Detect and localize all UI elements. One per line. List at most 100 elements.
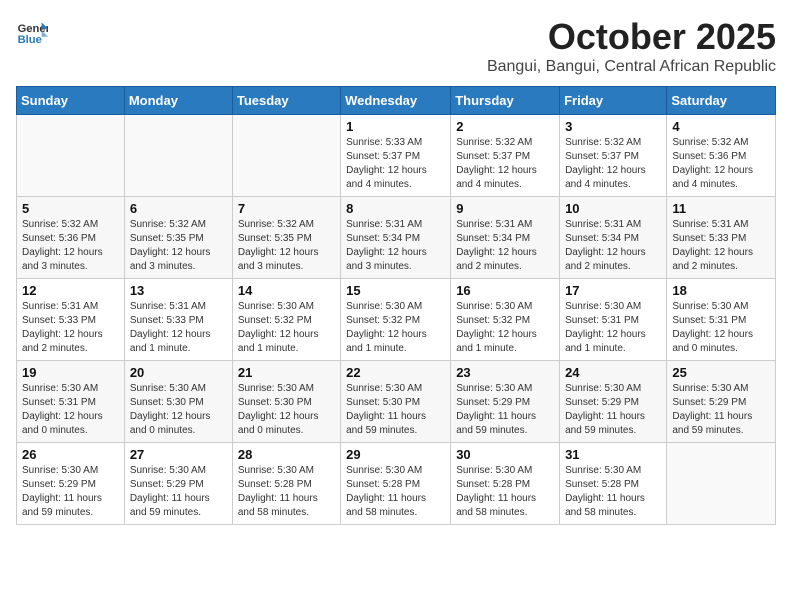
col-friday: Friday: [560, 87, 667, 115]
calendar-cell: [124, 115, 232, 197]
day-number: 4: [672, 119, 770, 134]
day-info: Sunrise: 5:31 AM Sunset: 5:34 PM Dayligh…: [346, 218, 445, 274]
calendar-cell: 1 Sunrise: 5:33 AM Sunset: 5:37 PM Daylig…: [341, 115, 451, 197]
day-number: 25: [672, 365, 770, 380]
svg-text:Blue: Blue: [18, 34, 42, 46]
day-info: Sunrise: 5:32 AM Sunset: 5:36 PM Dayligh…: [22, 218, 119, 274]
day-info: Sunrise: 5:30 AM Sunset: 5:30 PM Dayligh…: [346, 382, 445, 438]
day-number: 11: [672, 201, 770, 216]
day-number: 21: [238, 365, 335, 380]
calendar-cell: 18Sunrise: 5:30 AM Sunset: 5:31 PM Dayli…: [667, 279, 776, 361]
day-number: 26: [22, 447, 119, 462]
calendar-cell: 9 Sunrise: 5:31 AM Sunset: 5:34 PM Daylig…: [451, 197, 560, 279]
day-info: Sunrise: 5:31 AM Sunset: 5:33 PM Dayligh…: [130, 300, 227, 356]
day-number: 13: [130, 283, 227, 298]
day-info: Sunrise: 5:33 AM Sunset: 5:37 PM Dayligh…: [346, 136, 445, 192]
calendar-week-1: 1 Sunrise: 5:33 AM Sunset: 5:37 PM Daylig…: [17, 115, 776, 197]
calendar-week-4: 19 Sunrise: 5:30 AM Sunset: 5:31 PM Dayli…: [17, 361, 776, 443]
day-info: Sunrise: 5:32 AM Sunset: 5:35 PM Dayligh…: [238, 218, 335, 274]
col-monday: Monday: [124, 87, 232, 115]
logo: General Blue: [16, 16, 48, 48]
day-info: Sunrise: 5:30 AM Sunset: 5:28 PM Dayligh…: [456, 464, 554, 520]
calendar-cell: 26 Sunrise: 5:30 AM Sunset: 5:29 PM Dayli…: [17, 443, 125, 525]
calendar-cell: 19 Sunrise: 5:30 AM Sunset: 5:31 PM Dayli…: [17, 361, 125, 443]
day-info: Sunrise: 5:30 AM Sunset: 5:29 PM Dayligh…: [672, 382, 770, 438]
day-info: Sunrise: 5:30 AM Sunset: 5:32 PM Dayligh…: [456, 300, 554, 356]
day-info: Sunrise: 5:30 AM Sunset: 5:28 PM Dayligh…: [238, 464, 335, 520]
calendar-cell: 21 Sunrise: 5:30 AM Sunset: 5:30 PM Dayli…: [232, 361, 340, 443]
day-info: Sunrise: 5:30 AM Sunset: 5:32 PM Dayligh…: [238, 300, 335, 356]
calendar-cell: 3 Sunrise: 5:32 AM Sunset: 5:37 PM Daylig…: [560, 115, 667, 197]
day-number: 2: [456, 119, 554, 134]
day-number: 31: [565, 447, 661, 462]
calendar-cell: 11Sunrise: 5:31 AM Sunset: 5:33 PM Dayli…: [667, 197, 776, 279]
calendar-cell: 28Sunrise: 5:30 AM Sunset: 5:28 PM Dayli…: [232, 443, 340, 525]
day-number: 15: [346, 283, 445, 298]
day-info: Sunrise: 5:32 AM Sunset: 5:36 PM Dayligh…: [672, 136, 770, 192]
col-saturday: Saturday: [667, 87, 776, 115]
day-info: Sunrise: 5:30 AM Sunset: 5:28 PM Dayligh…: [346, 464, 445, 520]
day-info: Sunrise: 5:30 AM Sunset: 5:29 PM Dayligh…: [22, 464, 119, 520]
col-tuesday: Tuesday: [232, 87, 340, 115]
calendar-cell: 25 Sunrise: 5:30 AM Sunset: 5:29 PM Dayli…: [667, 361, 776, 443]
day-number: 19: [22, 365, 119, 380]
day-number: 20: [130, 365, 227, 380]
day-number: 12: [22, 283, 119, 298]
calendar-cell: 29Sunrise: 5:30 AM Sunset: 5:28 PM Dayli…: [341, 443, 451, 525]
col-thursday: Thursday: [451, 87, 560, 115]
day-info: Sunrise: 5:30 AM Sunset: 5:32 PM Dayligh…: [346, 300, 445, 356]
calendar-cell: [17, 115, 125, 197]
day-info: Sunrise: 5:31 AM Sunset: 5:34 PM Dayligh…: [456, 218, 554, 274]
day-number: 14: [238, 283, 335, 298]
day-info: Sunrise: 5:30 AM Sunset: 5:31 PM Dayligh…: [22, 382, 119, 438]
day-number: 17: [565, 283, 661, 298]
calendar-cell: 15 Sunrise: 5:30 AM Sunset: 5:32 PM Dayli…: [341, 279, 451, 361]
calendar-cell: 16 Sunrise: 5:30 AM Sunset: 5:32 PM Dayli…: [451, 279, 560, 361]
day-number: 3: [565, 119, 661, 134]
calendar-cell: 22 Sunrise: 5:30 AM Sunset: 5:30 PM Dayli…: [341, 361, 451, 443]
day-number: 6: [130, 201, 227, 216]
day-info: Sunrise: 5:30 AM Sunset: 5:31 PM Dayligh…: [565, 300, 661, 356]
calendar-cell: 24Sunrise: 5:30 AM Sunset: 5:29 PM Dayli…: [560, 361, 667, 443]
calendar-cell: 12Sunrise: 5:31 AM Sunset: 5:33 PM Dayli…: [17, 279, 125, 361]
day-number: 1: [346, 119, 445, 134]
logo-icon: General Blue: [16, 16, 48, 48]
calendar-cell: 6 Sunrise: 5:32 AM Sunset: 5:35 PM Daylig…: [124, 197, 232, 279]
day-info: Sunrise: 5:30 AM Sunset: 5:29 PM Dayligh…: [130, 464, 227, 520]
calendar-week-2: 5 Sunrise: 5:32 AM Sunset: 5:36 PM Daylig…: [17, 197, 776, 279]
day-info: Sunrise: 5:32 AM Sunset: 5:37 PM Dayligh…: [456, 136, 554, 192]
calendar-cell: 2 Sunrise: 5:32 AM Sunset: 5:37 PM Daylig…: [451, 115, 560, 197]
calendar-cell: [232, 115, 340, 197]
day-info: Sunrise: 5:30 AM Sunset: 5:30 PM Dayligh…: [238, 382, 335, 438]
calendar-cell: 27 Sunrise: 5:30 AM Sunset: 5:29 PM Dayli…: [124, 443, 232, 525]
calendar-cell: 4 Sunrise: 5:32 AM Sunset: 5:36 PM Daylig…: [667, 115, 776, 197]
day-number: 16: [456, 283, 554, 298]
day-info: Sunrise: 5:32 AM Sunset: 5:35 PM Dayligh…: [130, 218, 227, 274]
day-info: Sunrise: 5:32 AM Sunset: 5:37 PM Dayligh…: [565, 136, 661, 192]
day-number: 27: [130, 447, 227, 462]
calendar-cell: 31 Sunrise: 5:30 AM Sunset: 5:28 PM Dayli…: [560, 443, 667, 525]
day-number: 9: [456, 201, 554, 216]
calendar-table: Sunday Monday Tuesday Wednesday Thursday…: [16, 86, 776, 525]
col-wednesday: Wednesday: [341, 87, 451, 115]
calendar-cell: 7 Sunrise: 5:32 AM Sunset: 5:35 PM Daylig…: [232, 197, 340, 279]
day-number: 8: [346, 201, 445, 216]
day-number: 7: [238, 201, 335, 216]
day-info: Sunrise: 5:31 AM Sunset: 5:34 PM Dayligh…: [565, 218, 661, 274]
calendar-week-3: 12 Sunrise: 5:31 AM Sunset: 5:33 PM Dayli…: [17, 279, 776, 361]
title-section: October 2025 Bangui, Bangui, Central Afr…: [487, 16, 776, 76]
day-number: 30: [456, 447, 554, 462]
calendar-cell: 14 Sunrise: 5:30 AM Sunset: 5:32 PM Dayli…: [232, 279, 340, 361]
day-number: 22: [346, 365, 445, 380]
calendar-week-5: 26 Sunrise: 5:30 AM Sunset: 5:29 PM Dayli…: [17, 443, 776, 525]
day-info: Sunrise: 5:30 AM Sunset: 5:31 PM Dayligh…: [672, 300, 770, 356]
calendar-cell: [667, 443, 776, 525]
calendar-cell: 8 Sunrise: 5:31 AM Sunset: 5:34 PM Daylig…: [341, 197, 451, 279]
day-info: Sunrise: 5:30 AM Sunset: 5:28 PM Dayligh…: [565, 464, 661, 520]
day-number: 10: [565, 201, 661, 216]
calendar-cell: 13 Sunrise: 5:31 AM Sunset: 5:33 PM Dayli…: [124, 279, 232, 361]
calendar-cell: 20Sunrise: 5:30 AM Sunset: 5:30 PM Dayli…: [124, 361, 232, 443]
calendar-cell: 30 Sunrise: 5:30 AM Sunset: 5:28 PM Dayli…: [451, 443, 560, 525]
day-number: 5: [22, 201, 119, 216]
col-sunday: Sunday: [17, 87, 125, 115]
